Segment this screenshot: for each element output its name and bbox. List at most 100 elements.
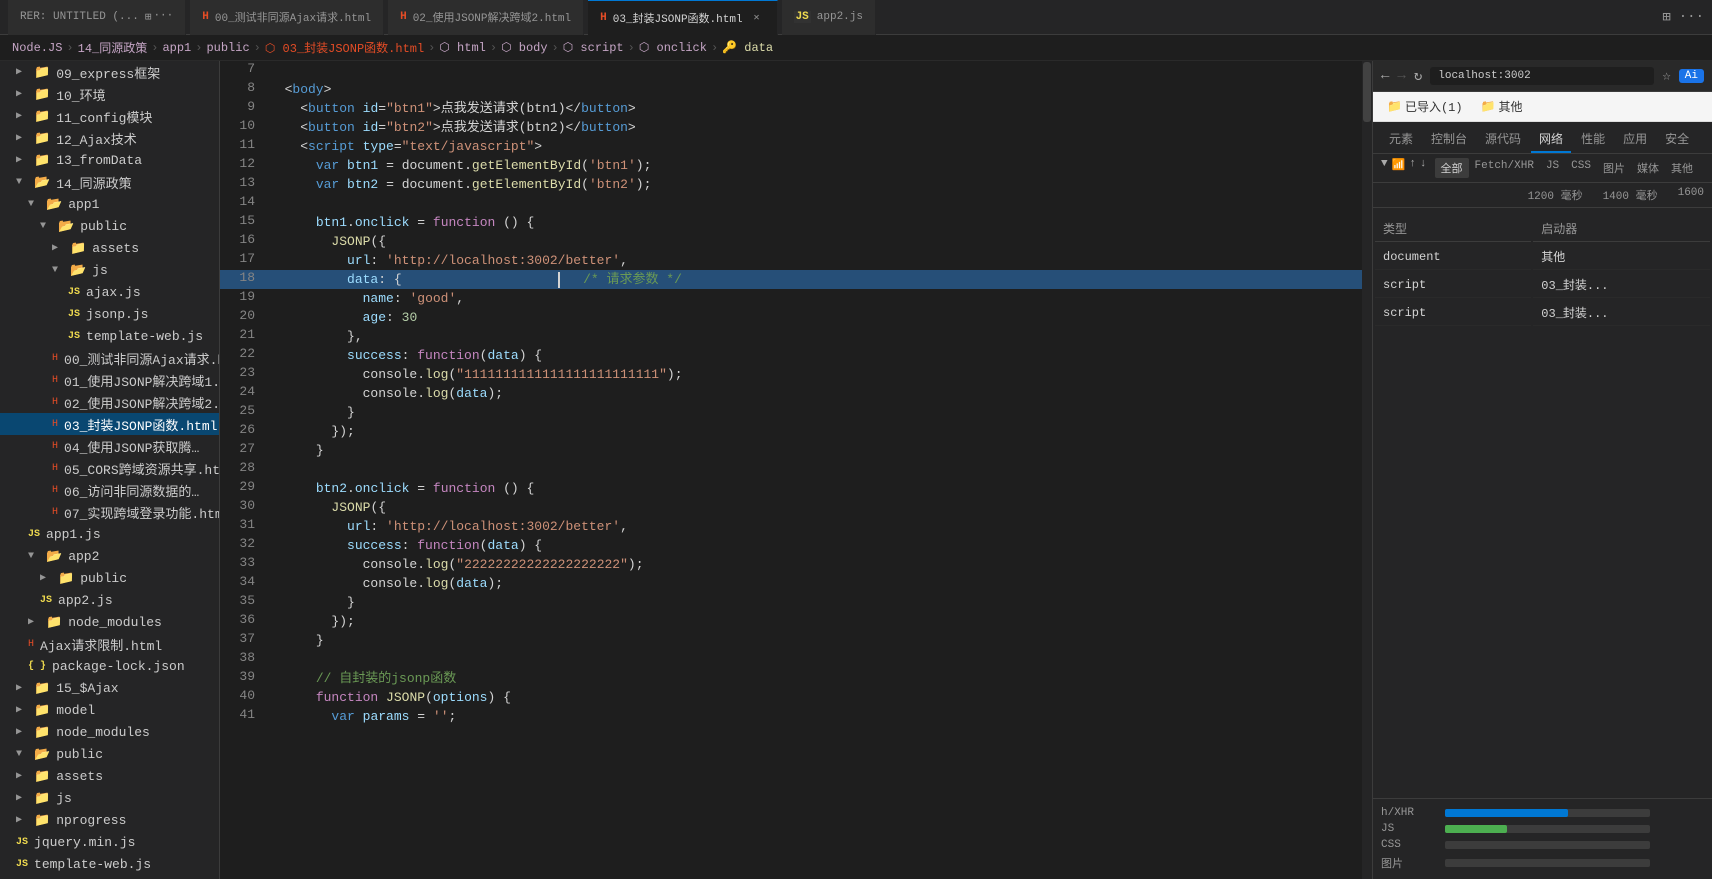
filter-all[interactable]: 全部: [1435, 158, 1469, 178]
line-code: btn1.onclick = function () {: [265, 213, 1362, 232]
scrollbar-thumb[interactable]: [1363, 62, 1371, 122]
html-icon: H: [202, 11, 209, 23]
sidebar-item-assets[interactable]: ▶ 📁 assets: [0, 237, 219, 259]
sidebar-item-ajax-limit[interactable]: H Ajax请求限制.html: [0, 633, 219, 655]
filter-js[interactable]: JS: [1540, 158, 1565, 178]
sidebar-item-public2[interactable]: ▶ 📁 public: [0, 567, 219, 589]
sidebar-item-public3[interactable]: ▼ 📂 public: [0, 743, 219, 765]
sidebar-item-templatejs[interactable]: JS template-web.js: [0, 325, 219, 347]
sidebar-item-06html[interactable]: H 06_访问非同源数据的服务器解...: [0, 479, 219, 501]
filter-img[interactable]: 图片: [1597, 158, 1631, 178]
sidebar-item-config[interactable]: ▶ 📁 11_config模块: [0, 105, 219, 127]
html-file-icon: H: [52, 463, 58, 474]
sidebar-item-env[interactable]: ▶ 📁 10_环境: [0, 83, 219, 105]
bc-public[interactable]: public: [206, 41, 249, 55]
tab-02-jsonp[interactable]: H 02_使用JSONP解决跨域2.html: [388, 0, 584, 35]
tab-untitled[interactable]: RER: UNTITLED (... ⊞ ···: [8, 0, 186, 35]
code-editor: 7 8 <body> 9 <button id="btn1">点我发送请求(bt…: [220, 61, 1372, 879]
sidebar-item-app1js[interactable]: JS app1.js: [0, 523, 219, 545]
tab-03-jsonp-fn[interactable]: H 03_封装JSONP函数.html ✕: [588, 0, 777, 35]
tab-00-test[interactable]: H 00_测试非同源Ajax请求.html: [190, 0, 384, 35]
tab-app2js[interactable]: JS app2.js: [782, 0, 876, 35]
sidebar-item-express[interactable]: ▶ 📁 09_express框架: [0, 61, 219, 83]
sidebar-item-app1[interactable]: ▼ 📂 app1: [0, 193, 219, 215]
network-row-2[interactable]: script 03_封装...: [1375, 272, 1710, 298]
code-content[interactable]: 7 8 <body> 9 <button id="btn1">点我发送请求(bt…: [220, 61, 1362, 879]
bc-nodejs[interactable]: Node.JS: [12, 41, 62, 55]
bc-policy[interactable]: 14_同源政策: [78, 39, 148, 56]
sidebar-item-03html[interactable]: H 03_封装JSONP函数.html: [0, 413, 219, 435]
filter-fetch-xhr[interactable]: Fetch/XHR: [1469, 158, 1540, 178]
line-code: },: [265, 327, 1362, 346]
bookmark-import-folder[interactable]: 📁 已导入(1): [1381, 96, 1469, 117]
sidebar-item-same-origin[interactable]: ▼ 📂 14_同源政策: [0, 171, 219, 193]
sidebar-item-model[interactable]: ▶ 📁 model: [0, 699, 219, 721]
sidebar-item-15ajax[interactable]: ▶ 📁 15_$Ajax: [0, 677, 219, 699]
sidebar-item-jquery[interactable]: JS jquery.min.js: [0, 831, 219, 853]
tab-security[interactable]: 安全: [1657, 126, 1697, 153]
main-layout: ▶ 📁 09_express框架 ▶ 📁 10_环境 ▶ 📁 11_config…: [0, 61, 1712, 879]
split-editor-icon[interactable]: ⊞: [1662, 9, 1670, 26]
bc-onclick[interactable]: ⬡ onclick: [639, 40, 707, 55]
tab-console[interactable]: 控制台: [1423, 126, 1475, 153]
bc-file[interactable]: ⬡ 03_封装JSONP函数.html: [265, 39, 424, 56]
bc-app1[interactable]: app1: [162, 41, 191, 55]
sidebar-item-nprogress[interactable]: ▶ 📁 nprogress: [0, 809, 219, 831]
bookmark-icon[interactable]: ☆: [1662, 68, 1670, 85]
js-icon: JS: [794, 11, 811, 23]
address-bar[interactable]: localhost:3002: [1438, 70, 1530, 82]
bc-body[interactable]: ⬡ body: [501, 40, 547, 55]
sidebar-item-app2js[interactable]: JS app2.js: [0, 589, 219, 611]
bookmark-other[interactable]: 📁 其他: [1475, 96, 1529, 117]
filter-down-icon[interactable]: ▼: [1381, 158, 1388, 178]
sidebar-item-js2[interactable]: ▶ 📁 js: [0, 787, 219, 809]
sidebar-item-public[interactable]: ▼ 📂 public: [0, 215, 219, 237]
refresh-icon[interactable]: ↻: [1414, 68, 1422, 85]
upload-icon: ↑: [1409, 158, 1416, 178]
sidebar-item-04html[interactable]: H 04_使用JSONP获取腾讯天气信...: [0, 435, 219, 457]
tab-source[interactable]: 源代码: [1477, 126, 1529, 153]
timing-section: h/XHR JS CSS 图片: [1373, 798, 1712, 879]
sidebar-item-02html[interactable]: H 02_使用JSONP解决跨域2.html: [0, 391, 219, 413]
sidebar-item-js-folder[interactable]: ▼ 📂 js: [0, 259, 219, 281]
sidebar-item-template2[interactable]: JS template-web.js: [0, 853, 219, 875]
tab-elements[interactable]: 元素: [1381, 126, 1421, 153]
bc-data[interactable]: 🔑 data: [722, 40, 773, 55]
sidebar-item-05html[interactable]: H 05_CORS跨域资源共享.html: [0, 457, 219, 479]
sidebar-item-assets2[interactable]: ▶ 📁 assets: [0, 765, 219, 787]
line-code: [265, 650, 1362, 669]
vertical-scrollbar[interactable]: [1362, 61, 1372, 879]
sidebar-item-jsonpjs[interactable]: JS jsonp.js: [0, 303, 219, 325]
sidebar-item-node-modules2[interactable]: ▶ 📁 node_modules: [0, 721, 219, 743]
tab-network[interactable]: 网络: [1531, 126, 1571, 153]
line-number: 19: [220, 289, 265, 308]
tab-performance[interactable]: 性能: [1573, 126, 1613, 153]
bc-script[interactable]: ⬡ script: [563, 40, 624, 55]
sidebar-item-ajaxjs[interactable]: JS ajax.js: [0, 281, 219, 303]
sidebar-item-ajax[interactable]: ▶ 📁 12_Ajax技术: [0, 127, 219, 149]
sidebar-item-todo[interactable]: ▶ 📁 todo: [0, 875, 219, 879]
sidebar-label: app2: [68, 549, 99, 564]
filter-css[interactable]: CSS: [1565, 158, 1597, 178]
sidebar-item-00html[interactable]: H 00_测试非同源Ajax请求.html: [0, 347, 219, 369]
download-icon: ↓: [1420, 158, 1427, 178]
line-code: <button id="btn1">点我发送请求(btn1)</button>: [265, 99, 1362, 118]
forward-icon[interactable]: →: [1397, 68, 1405, 84]
sidebar-item-fromdata[interactable]: ▶ 📁 13_fromData: [0, 149, 219, 171]
sidebar-item-app2[interactable]: ▼ 📂 app2: [0, 545, 219, 567]
filter-other[interactable]: 其他: [1665, 158, 1699, 178]
bc-html[interactable]: ⬡ html: [439, 40, 485, 55]
sidebar-item-01html[interactable]: H 01_使用JSONP解决跨域1.html: [0, 369, 219, 391]
sidebar-item-package-lock[interactable]: { } package-lock.json: [0, 655, 219, 677]
collapse-arrow: ▶: [16, 682, 28, 694]
more-actions-icon[interactable]: ···: [1679, 9, 1704, 26]
tab-close-button[interactable]: ✕: [749, 10, 765, 26]
folder-icon: 📁: [34, 109, 50, 124]
tab-application[interactable]: 应用: [1615, 126, 1655, 153]
sidebar-item-node-modules1[interactable]: ▶ 📁 node_modules: [0, 611, 219, 633]
sidebar-item-07html[interactable]: H 07_实现跨域登录功能.html: [0, 501, 219, 523]
filter-media[interactable]: 媒体: [1631, 158, 1665, 178]
back-icon[interactable]: ←: [1381, 68, 1389, 84]
network-row-3[interactable]: script 03_封装...: [1375, 300, 1710, 326]
network-row-1[interactable]: document 其他: [1375, 244, 1710, 270]
